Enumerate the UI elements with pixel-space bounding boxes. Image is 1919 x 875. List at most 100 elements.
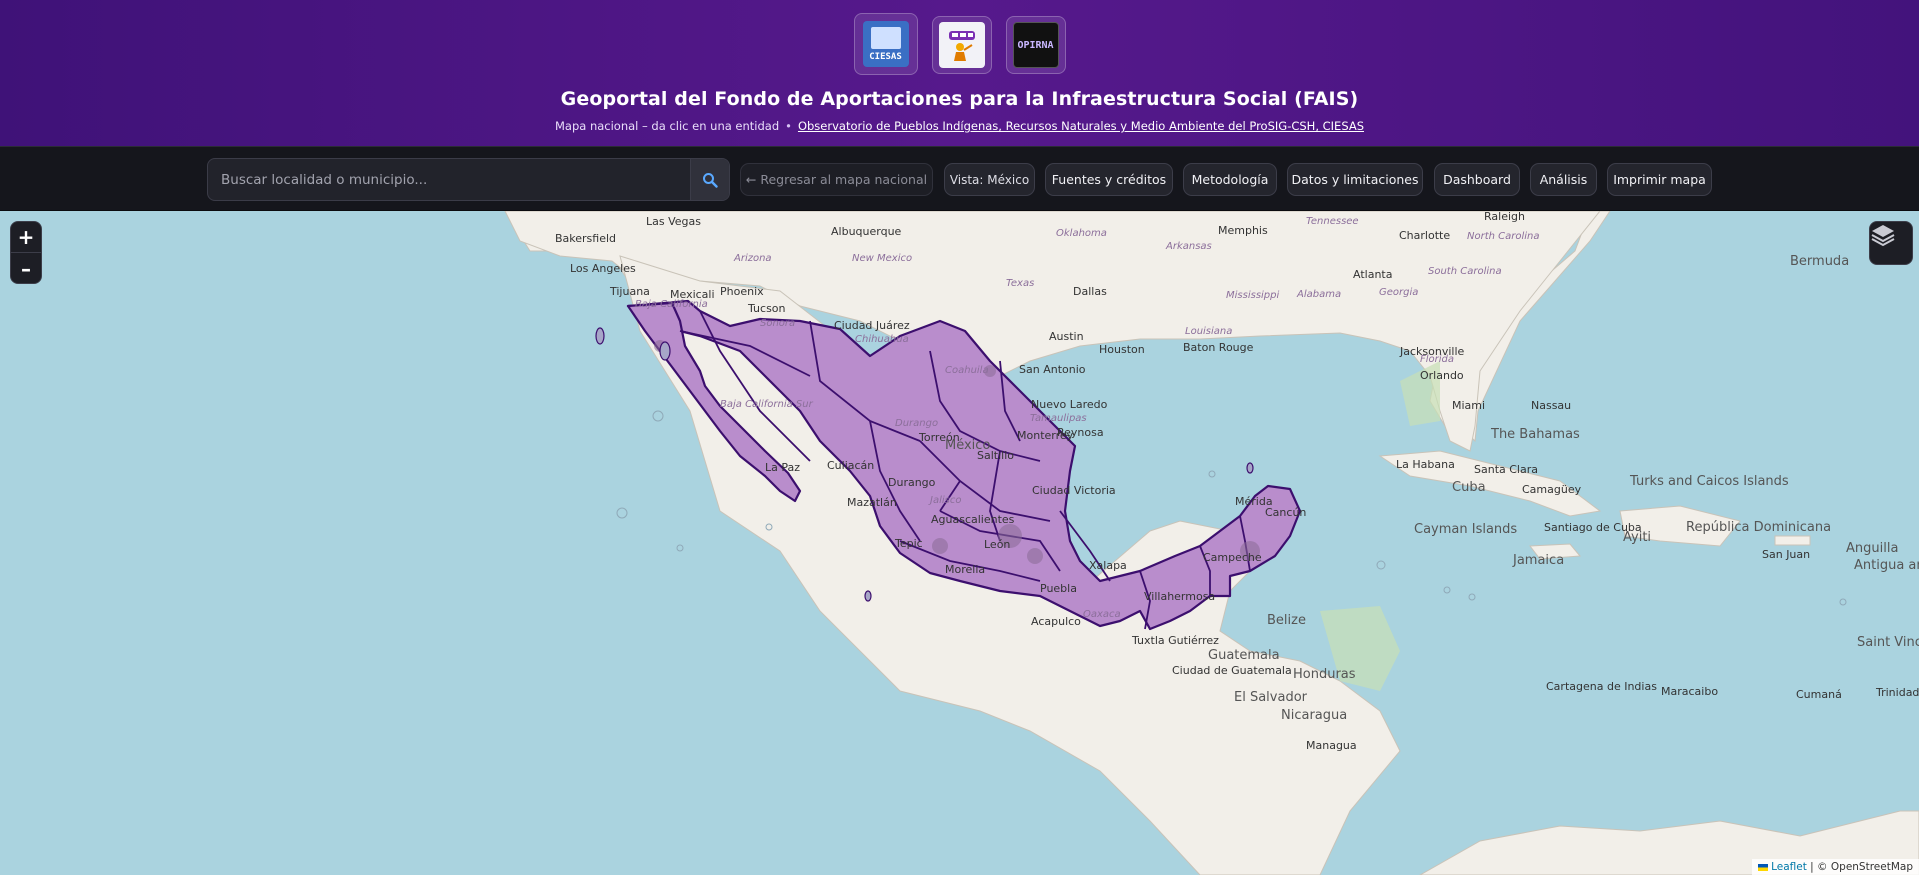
city-label: Campeche: [1203, 551, 1262, 564]
datos-limitaciones-button[interactable]: Datos y limitaciones: [1287, 163, 1423, 196]
region-label: Oaxaca: [1083, 609, 1121, 620]
city-label: Puebla: [1040, 582, 1077, 595]
city-label: Las Vegas: [646, 215, 701, 228]
city-label: Managua: [1306, 739, 1357, 752]
region-label: Coahuila: [945, 365, 989, 376]
city-label: Acapulco: [1031, 615, 1081, 628]
layers-icon: [1871, 225, 1895, 247]
city-label: Honduras: [1293, 667, 1356, 682]
city-label: Cancún: [1265, 506, 1306, 519]
fais-logo[interactable]: [931, 16, 992, 74]
app-header: CIESAS OPIRNA Geoportal del Fondo de Apo…: [0, 0, 1919, 146]
city-label: Orlando: [1420, 369, 1464, 382]
city-label: San Juan: [1762, 548, 1810, 561]
city-label: Cumaná: [1796, 688, 1842, 701]
search-button[interactable]: [690, 159, 729, 200]
region-label: Alabama: [1296, 289, 1341, 300]
region-label: Durango: [895, 418, 938, 429]
city-label: Nuevo Laredo: [1031, 398, 1108, 411]
page-subtitle: Mapa nacional – da clic en una entidad • O…: [0, 119, 1919, 133]
city-label: República Dominicana: [1686, 520, 1831, 535]
map-attribution: Leaflet | © OpenStreetMap: [1752, 859, 1919, 875]
puerto-rico-island: [1774, 535, 1811, 546]
fais-logo-image: [938, 22, 985, 68]
city-label: Baton Rouge: [1183, 341, 1254, 354]
zoom-out-button[interactable]: –: [11, 253, 41, 284]
observatorio-link[interactable]: Observatorio de Pueblos Indígenas, Recur…: [798, 119, 1364, 133]
region-label: North Carolina: [1467, 231, 1540, 242]
dashboard-button[interactable]: Dashboard: [1434, 163, 1520, 196]
leaflet-link[interactable]: Leaflet: [1771, 861, 1807, 873]
city-label: Nassau: [1531, 399, 1571, 412]
region-label: Tennessee: [1306, 216, 1359, 227]
region-label: Baja California: [635, 299, 708, 310]
layers-button[interactable]: [1869, 221, 1913, 265]
city-label: Dallas: [1073, 285, 1107, 298]
ukraine-flag-icon: [1758, 863, 1769, 871]
metodologia-button[interactable]: Metodología: [1183, 163, 1277, 196]
region-label: New Mexico: [852, 253, 912, 264]
region-label: Sonora: [760, 318, 795, 329]
city-label: Tucson: [747, 302, 786, 315]
zoom-control: + –: [10, 221, 42, 284]
city-label: Houston: [1099, 343, 1145, 356]
city-label: Trinidad: [1875, 686, 1919, 699]
subtitle-text: Mapa nacional – da clic en una entidad: [554, 119, 780, 133]
city-label: Turks and Caicos Islands: [1629, 474, 1789, 489]
city-label: San Antonio: [1019, 363, 1086, 376]
region-label: Florida: [1420, 354, 1454, 365]
region-label: Baja California Sur: [720, 399, 814, 410]
map-view[interactable]: Las Vegas Albuquerque Bakersfield Los An…: [0, 211, 1919, 875]
city-label: Ciudad de Guatemala: [1172, 664, 1292, 677]
page-title: Geoportal del Fondo de Aportaciones para…: [560, 88, 1359, 110]
city-label: Tuxtla Gutiérrez: [1131, 634, 1219, 647]
city-label: Bakersfield: [555, 232, 616, 245]
ciesas-logo[interactable]: CIESAS: [853, 13, 918, 75]
map-canvas[interactable]: Las Vegas Albuquerque Bakersfield Los An…: [0, 211, 1919, 875]
figure-icon: [948, 31, 975, 61]
imprimir-mapa-button[interactable]: Imprimir mapa: [1607, 163, 1712, 196]
back-national-map-button[interactable]: ← Regresar al mapa nacional: [740, 163, 933, 196]
region-label: México: [945, 438, 990, 453]
city-label: Ayiti: [1623, 530, 1651, 545]
zoom-in-button[interactable]: +: [11, 222, 41, 253]
region-label: Oklahoma: [1056, 228, 1107, 239]
city-label: Santa Clara: [1474, 463, 1538, 476]
city-label: The Bahamas: [1490, 427, 1580, 442]
city-label: León: [984, 538, 1010, 551]
ciesas-logo-image: CIESAS: [862, 21, 909, 67]
region-label: Georgia: [1379, 287, 1418, 298]
city-label: La Paz: [765, 461, 800, 474]
toolbar: ← Regresar al mapa nacional Vista: Méxic…: [0, 146, 1919, 211]
opirna-logo-image: OPIRNA: [1012, 22, 1059, 68]
city-label: Camagüey: [1522, 483, 1582, 496]
city-label: Belize: [1267, 613, 1306, 628]
city-label: Aguascalientes: [931, 513, 1015, 526]
city-label: Charlotte: [1399, 229, 1450, 242]
region-label: Texas: [1006, 278, 1034, 289]
city-label: Tepic: [894, 537, 923, 550]
city-label: Xalapa: [1089, 559, 1127, 572]
city-label: Austin: [1049, 330, 1084, 343]
city-label: Raleigh: [1484, 211, 1525, 223]
city-label: Villahermosa: [1144, 590, 1215, 603]
view-selector[interactable]: Vista: México: [944, 163, 1035, 196]
region-label: Chihuahua: [855, 334, 909, 345]
analisis-button[interactable]: Análisis: [1530, 163, 1597, 196]
region-label: Jalisco: [928, 495, 961, 506]
city-label: Monterrey: [1017, 429, 1074, 442]
opirna-logo[interactable]: OPIRNA: [1005, 16, 1066, 74]
region-label: Arkansas: [1165, 241, 1212, 252]
search-input[interactable]: [208, 159, 691, 200]
city-label: Cayman Islands: [1414, 522, 1517, 537]
city-label: Antigua and Barbuda: [1854, 558, 1919, 573]
city-label: Ciudad Victoria: [1032, 484, 1116, 497]
fuentes-creditos-button[interactable]: Fuentes y créditos: [1045, 163, 1173, 196]
city-label: Phoenix: [720, 285, 764, 298]
city-label: Nicaragua: [1281, 708, 1347, 723]
city-label: Bermuda: [1790, 254, 1849, 269]
search-icon: [703, 172, 718, 188]
city-label: El Salvador: [1234, 690, 1308, 705]
city-label: Saint Vincent and the Grenadines: [1857, 635, 1919, 650]
city-label: Albuquerque: [831, 225, 902, 238]
